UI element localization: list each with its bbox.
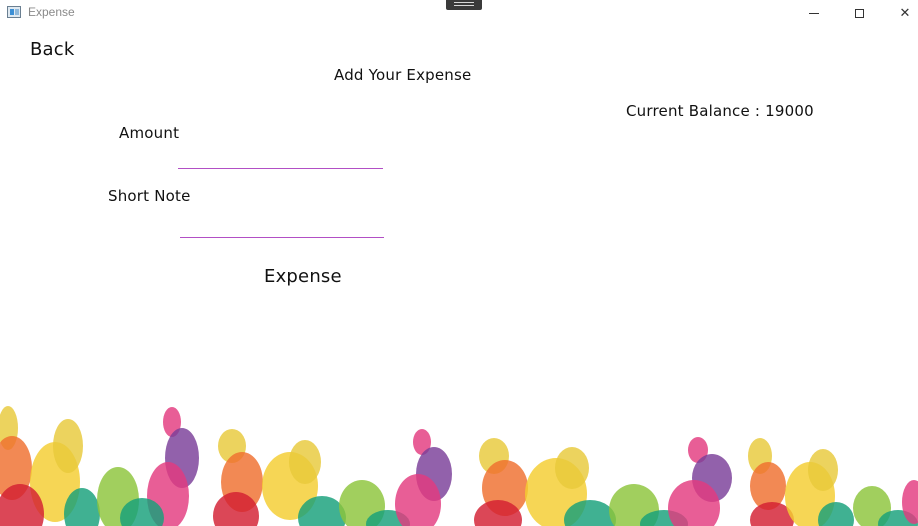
page-title: Add Your Expense <box>334 66 472 84</box>
expense-button[interactable]: Expense <box>264 266 342 287</box>
minimize-icon <box>809 12 819 14</box>
title-bar: Expense ✕ <box>0 0 918 26</box>
short-note-label: Short Note <box>108 187 191 205</box>
short-note-input[interactable] <box>180 214 384 238</box>
maximize-button[interactable] <box>836 0 882 26</box>
bubble <box>808 449 838 491</box>
back-button[interactable]: Back <box>30 39 75 60</box>
decorative-bubbles <box>0 406 918 526</box>
amount-input[interactable] <box>178 145 383 169</box>
close-button[interactable]: ✕ <box>882 0 918 26</box>
maximize-icon <box>854 8 864 18</box>
close-icon: ✕ <box>899 5 911 21</box>
drag-handle[interactable] <box>446 0 482 10</box>
bubble <box>53 419 83 473</box>
bubble <box>555 447 589 489</box>
amount-label: Amount <box>119 124 180 142</box>
app-window-icon <box>7 6 21 18</box>
window-title: Expense <box>28 5 75 19</box>
bubble <box>289 440 321 484</box>
current-balance: Current Balance : 19000 <box>626 102 814 120</box>
minimize-button[interactable] <box>791 0 837 26</box>
